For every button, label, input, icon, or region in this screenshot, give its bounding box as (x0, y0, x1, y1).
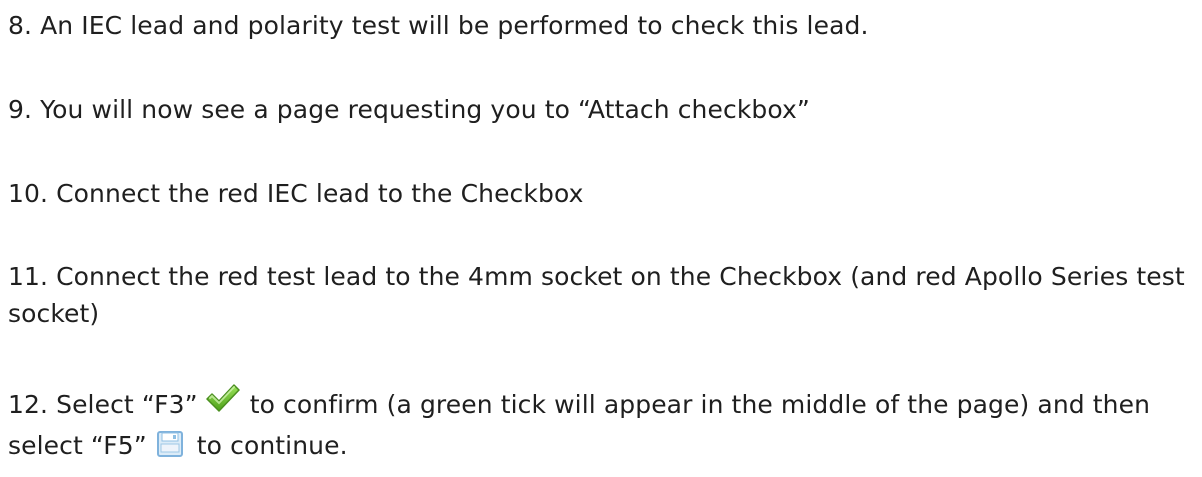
step-8: 8. An IEC lead and polarity test will be… (8, 11, 869, 40)
step-10: 10. Connect the red IEC lead to the Chec… (8, 179, 584, 208)
step-12: 12. Select “F3” to confirm (a green tick… (8, 384, 1198, 466)
green-tick-icon (205, 383, 240, 413)
save-icon (156, 428, 183, 457)
step-11: 11. Connect the red test lead to the 4mm… (8, 262, 1185, 328)
step-12-part-3: to continue. (196, 431, 348, 460)
step-9: 9. You will now see a page requesting yo… (8, 95, 810, 124)
step-12-part-1: 12. Select “F3” (8, 390, 198, 419)
